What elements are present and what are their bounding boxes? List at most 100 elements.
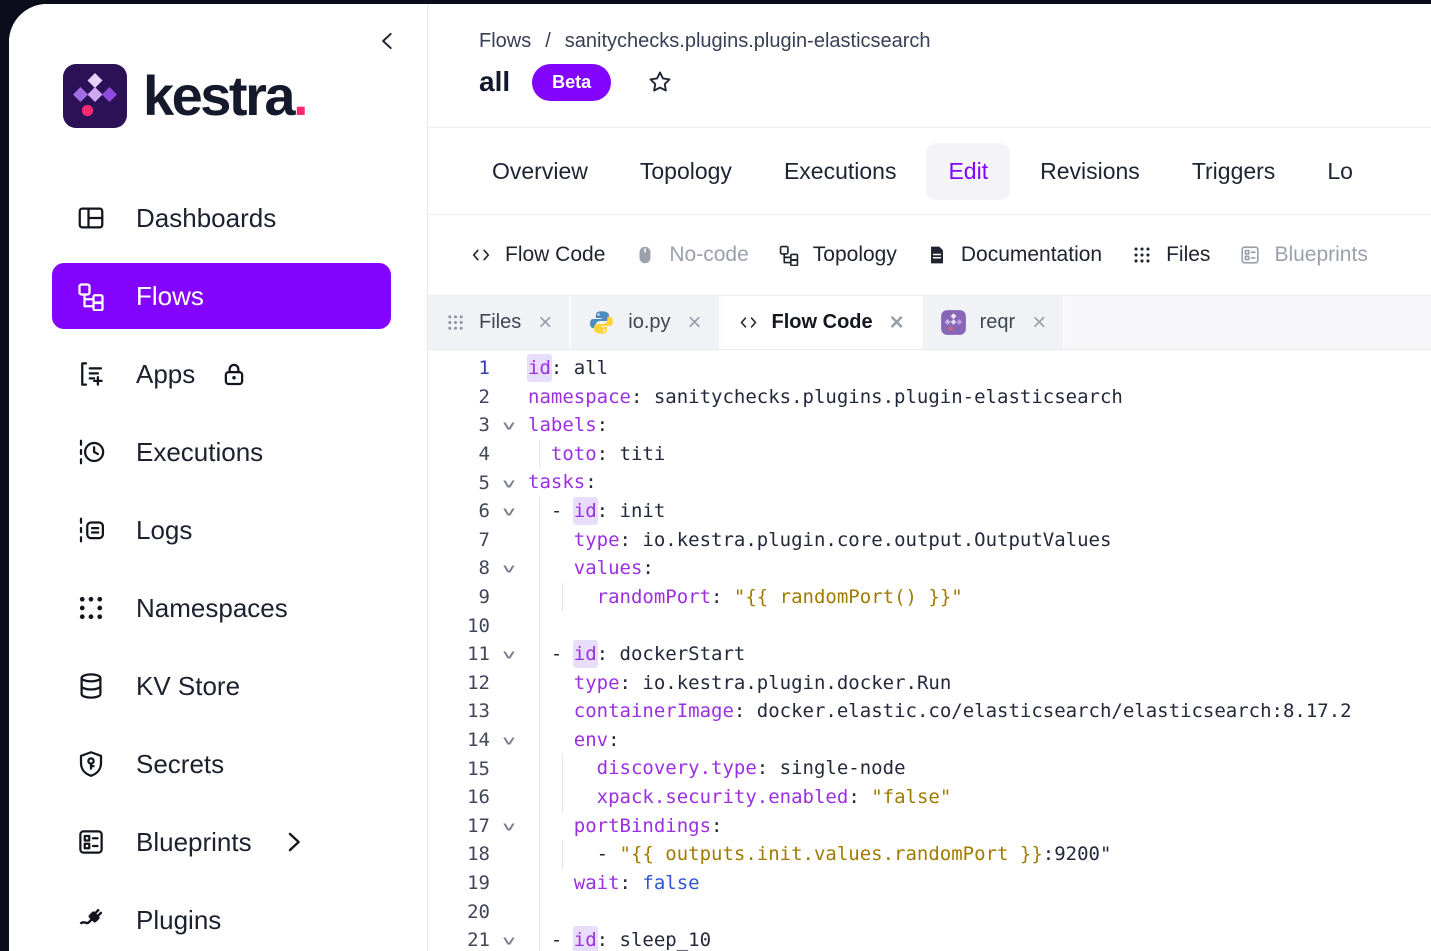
plug-icon xyxy=(76,905,106,935)
sidebar-item-logs[interactable]: Logs xyxy=(52,497,391,563)
toolbar-documentation[interactable]: Documentation xyxy=(926,243,1102,267)
blueprint-icon xyxy=(76,827,106,857)
line-gutter: 8∨ xyxy=(428,554,528,583)
namespaces-dots-icon xyxy=(76,593,106,623)
code-token: : xyxy=(711,586,734,608)
tab-edit[interactable]: Edit xyxy=(926,143,1010,200)
code-text xyxy=(528,897,1431,926)
app-window: kestra. Dashboards Flows Apps Executions Log… xyxy=(9,4,1431,951)
line-gutter: 3∨ xyxy=(428,411,528,440)
fold-chevron-icon[interactable]: ∨ xyxy=(490,729,528,751)
editor-tab-flow-code[interactable]: Flow Code× xyxy=(721,296,923,349)
code-text: xpack.security.enabled: "false" xyxy=(528,783,1431,812)
kestra-logo-link[interactable]: kestra. xyxy=(63,64,427,128)
code-text: - "{{ outputs.init.values.randomPort }}:… xyxy=(528,840,1431,869)
line-number: 4 xyxy=(428,443,490,465)
editor-tab-reqr[interactable]: reqr× xyxy=(923,296,1066,349)
code-token xyxy=(528,815,574,837)
close-icon[interactable]: × xyxy=(688,311,702,335)
sidebar-item-label: Executions xyxy=(136,437,263,468)
indent-guide xyxy=(539,697,540,726)
toolbar-flow-code[interactable]: Flow Code xyxy=(470,243,605,267)
line-number: 18 xyxy=(428,843,490,865)
code-token: randomPort xyxy=(597,586,711,608)
tab-triggers[interactable]: Triggers xyxy=(1170,143,1298,200)
code-editor[interactable]: 1id: all2namespace: sanitychecks.plugins… xyxy=(428,350,1431,951)
sidebar-nav: Dashboards Flows Apps Executions Logs Namespa… xyxy=(9,185,427,951)
breadcrumb-flows[interactable]: Flows xyxy=(479,30,531,53)
code-token xyxy=(528,872,574,894)
close-icon[interactable]: × xyxy=(890,311,904,335)
sidebar-item-plugins[interactable]: Plugins xyxy=(52,887,391,951)
code-token: tasks xyxy=(528,471,585,493)
sidebar-item-secrets[interactable]: Secrets xyxy=(52,731,391,797)
fold-chevron-icon[interactable]: ∨ xyxy=(490,815,528,837)
line-gutter: 6∨ xyxy=(428,497,528,526)
code-text: labels: xyxy=(528,411,1431,440)
collapse-sidebar-icon[interactable] xyxy=(375,28,401,54)
breadcrumb-namespace[interactable]: sanitychecks.plugins.plugin-elasticsearc… xyxy=(565,30,931,53)
code-line: 9 randomPort: "{{ randomPort() }}" xyxy=(428,583,1431,612)
code-line: 19 wait: false xyxy=(428,869,1431,898)
sidebar-item-kv-store[interactable]: KV Store xyxy=(52,653,391,719)
sidebar-item-flows[interactable]: Flows xyxy=(52,263,391,329)
line-gutter: 20 xyxy=(428,897,528,926)
sidebar-item-executions[interactable]: Executions xyxy=(52,419,391,485)
fold-chevron-icon[interactable]: ∨ xyxy=(490,472,528,494)
code-token: : io.kestra.plugin.docker.Run xyxy=(620,672,952,694)
line-number: 10 xyxy=(428,615,490,637)
indent-guide xyxy=(539,497,540,526)
code-token: id xyxy=(573,640,598,668)
toolbar-blueprints[interactable]: Blueprints xyxy=(1239,243,1367,267)
fold-chevron-icon[interactable]: ∨ xyxy=(490,414,528,436)
code-line: 14∨ env: xyxy=(428,726,1431,755)
line-gutter: 9 xyxy=(428,583,528,612)
editor-tab-io-py[interactable]: io.py× xyxy=(571,296,720,349)
kestra-wordmark: kestra. xyxy=(143,68,306,124)
code-line: 16 xpack.security.enabled: "false" xyxy=(428,783,1431,812)
database-icon xyxy=(76,671,106,701)
close-icon[interactable]: × xyxy=(1032,311,1046,335)
sidebar-item-namespaces[interactable]: Namespaces xyxy=(52,575,391,641)
apps-icon xyxy=(76,359,106,389)
toolbar-files[interactable]: Files xyxy=(1131,243,1210,267)
topology-icon xyxy=(778,244,800,266)
star-favorite-icon[interactable] xyxy=(647,69,673,95)
fold-chevron-glyph: ∨ xyxy=(500,476,518,490)
editor-tab-files[interactable]: Files× xyxy=(428,296,571,349)
indent-guide xyxy=(539,640,540,669)
toolbar-topology[interactable]: Topology xyxy=(778,243,897,267)
code-text: type: io.kestra.plugin.docker.Run xyxy=(528,669,1431,698)
close-icon[interactable]: × xyxy=(538,311,552,335)
fold-chevron-icon[interactable]: ∨ xyxy=(490,929,528,951)
document-icon xyxy=(926,244,948,266)
code-token: wait xyxy=(574,872,620,894)
code-token: labels xyxy=(528,414,597,436)
indent-guide xyxy=(562,840,563,869)
toolbar-no-code[interactable]: No-code xyxy=(634,243,748,267)
code-line: 10 xyxy=(428,611,1431,640)
fold-chevron-icon[interactable]: ∨ xyxy=(490,500,528,522)
sidebar-item-apps[interactable]: Apps xyxy=(52,341,391,407)
blueprint-icon xyxy=(1239,244,1261,266)
line-gutter: 17∨ xyxy=(428,812,528,841)
code-line: 1id: all xyxy=(428,354,1431,383)
indent-guide xyxy=(562,754,563,783)
tab-revisions[interactable]: Revisions xyxy=(1018,143,1162,200)
line-number: 13 xyxy=(428,700,490,722)
code-text: env: xyxy=(528,726,1431,755)
sidebar-item-dashboards[interactable]: Dashboards xyxy=(52,185,391,251)
code-text: portBindings: xyxy=(528,812,1431,841)
fold-chevron-icon[interactable]: ∨ xyxy=(490,643,528,665)
sidebar-item-label: KV Store xyxy=(136,671,240,702)
fold-chevron-icon[interactable]: ∨ xyxy=(490,557,528,579)
code-token: : sleep_10 xyxy=(597,929,711,951)
line-number: 7 xyxy=(428,529,490,551)
tab-overview[interactable]: Overview xyxy=(470,143,610,200)
sidebar-item-blueprints[interactable]: Blueprints xyxy=(52,809,391,875)
executions-clock-icon xyxy=(76,437,106,467)
tab-topology[interactable]: Topology xyxy=(618,143,754,200)
tab-executions[interactable]: Executions xyxy=(762,143,919,200)
code-line: 2namespace: sanitychecks.plugins.plugin-… xyxy=(428,383,1431,412)
tab-lo[interactable]: Lo xyxy=(1305,143,1375,200)
